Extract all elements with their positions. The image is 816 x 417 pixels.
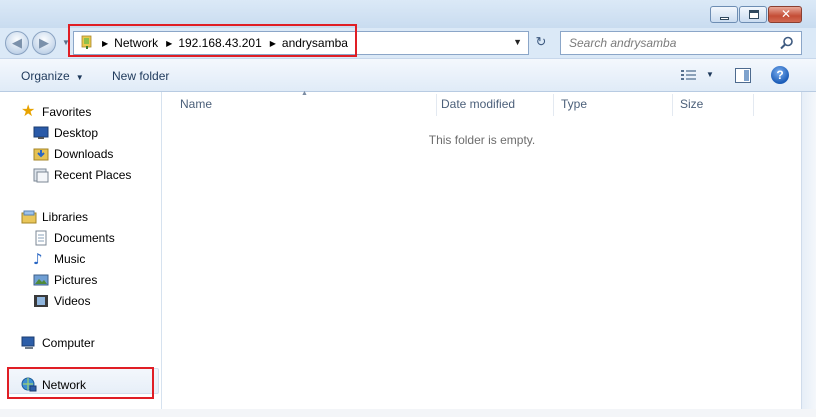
- star-icon: ★: [21, 103, 36, 120]
- sidebar-item-label: Favorites: [42, 105, 92, 119]
- search-input[interactable]: [569, 35, 769, 51]
- new-folder-label: New folder: [112, 69, 170, 83]
- column-header-name[interactable]: Name: [180, 97, 212, 115]
- videos-icon: [34, 295, 48, 307]
- organize-label: Organize: [21, 69, 70, 83]
- sidebar-item-computer[interactable]: Computer: [21, 333, 95, 353]
- sidebar-item-label: Pictures: [54, 273, 98, 287]
- column-label: Size: [680, 97, 704, 111]
- downloads-icon: [33, 148, 49, 161]
- file-list: Name ▲ Date modified Type Size This fold…: [163, 90, 801, 417]
- maximize-button[interactable]: [739, 6, 767, 23]
- pictures-icon: [33, 274, 49, 286]
- column-label: Date modified: [441, 97, 516, 111]
- sidebar-item-music[interactable]: ♪ Music: [33, 249, 85, 269]
- window-bottom-edge: [0, 409, 816, 417]
- sidebar-item-label: Libraries: [42, 210, 89, 224]
- address-dropdown-icon[interactable]: ▼: [513, 37, 522, 47]
- recent-places-icon: [33, 168, 49, 183]
- network-highlight-box: [7, 367, 154, 399]
- sidebar-item-label: Music: [54, 252, 86, 266]
- sidebar-item-libraries[interactable]: Libraries: [21, 207, 88, 227]
- preview-pane-icon[interactable]: [735, 68, 751, 83]
- music-icon: ♪: [33, 250, 43, 268]
- column-header-type[interactable]: Type: [561, 97, 587, 115]
- window-controls: ✕: [709, 6, 802, 23]
- column-divider[interactable]: [753, 94, 754, 116]
- chevron-down-icon: ▼: [75, 73, 84, 82]
- address-highlight-box: [68, 24, 357, 57]
- column-divider[interactable]: [553, 94, 554, 116]
- documents-icon: [35, 230, 47, 246]
- close-icon: ✕: [781, 7, 792, 21]
- sidebar-item-label: Documents: [54, 231, 115, 245]
- sidebar-item-favorites[interactable]: ★ Favorites: [21, 102, 91, 122]
- column-label: Name: [180, 97, 213, 111]
- sidebar-item-label: Desktop: [54, 126, 99, 140]
- sidebar-item-pictures[interactable]: Pictures: [33, 270, 97, 290]
- view-options-chevron-icon[interactable]: ▼: [706, 70, 714, 79]
- vertical-scrollbar[interactable]: [801, 92, 816, 417]
- libraries-icon: [21, 210, 37, 224]
- column-divider[interactable]: [672, 94, 673, 116]
- search-box: [560, 31, 802, 55]
- computer-icon: [21, 336, 35, 349]
- sidebar-item-label: Recent Places: [54, 168, 132, 182]
- sidebar-item-label: Downloads: [54, 147, 114, 161]
- search-icon[interactable]: [780, 36, 794, 50]
- navigation-buttons: ◀ ▶: [5, 31, 61, 55]
- sort-ascending-icon: ▲: [301, 90, 308, 97]
- minimize-icon: [720, 17, 729, 20]
- sidebar-item-label: Videos: [54, 294, 91, 308]
- sidebar-item-videos[interactable]: Videos: [33, 291, 90, 311]
- command-bar: Organize ▼ New folder ▼ ?: [0, 58, 816, 92]
- sidebar-item-documents[interactable]: Documents: [33, 228, 115, 248]
- new-folder-button[interactable]: New folder: [112, 69, 169, 83]
- column-header-size[interactable]: Size: [680, 97, 703, 115]
- minimize-button[interactable]: [710, 6, 738, 23]
- back-arrow-icon: ◀: [12, 35, 22, 50]
- close-button[interactable]: ✕: [768, 6, 802, 23]
- back-button[interactable]: ◀: [5, 31, 29, 55]
- restore-icon: [749, 10, 759, 19]
- forward-arrow-icon: ▶: [39, 35, 49, 50]
- organize-button[interactable]: Organize ▼: [21, 69, 84, 83]
- desktop-icon: [33, 126, 49, 139]
- refresh-button[interactable]: ↻: [531, 34, 551, 52]
- column-label: Type: [561, 97, 588, 111]
- change-view-icon[interactable]: [681, 69, 697, 82]
- empty-folder-message: This folder is empty.: [428, 133, 536, 147]
- sidebar-item-label: Computer: [42, 336, 95, 350]
- sidebar-item-downloads[interactable]: Downloads: [33, 144, 113, 164]
- help-icon[interactable]: ?: [771, 66, 789, 84]
- forward-button[interactable]: ▶: [32, 31, 56, 55]
- sidebar-item-desktop[interactable]: Desktop: [33, 123, 98, 143]
- sidebar-item-recent-places[interactable]: Recent Places: [33, 165, 131, 185]
- refresh-icon: ↻: [535, 34, 547, 49]
- column-divider[interactable]: [436, 94, 437, 116]
- column-header-date-modified[interactable]: Date modified: [441, 97, 515, 115]
